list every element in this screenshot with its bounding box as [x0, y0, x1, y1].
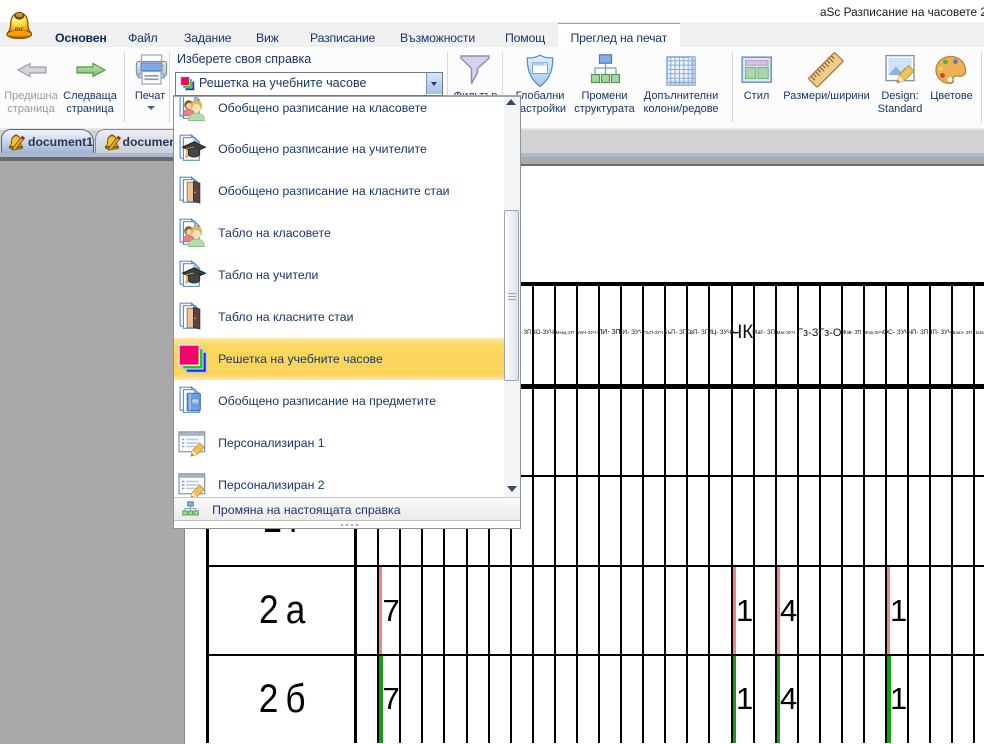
svg-text:asc: asc [15, 25, 24, 32]
